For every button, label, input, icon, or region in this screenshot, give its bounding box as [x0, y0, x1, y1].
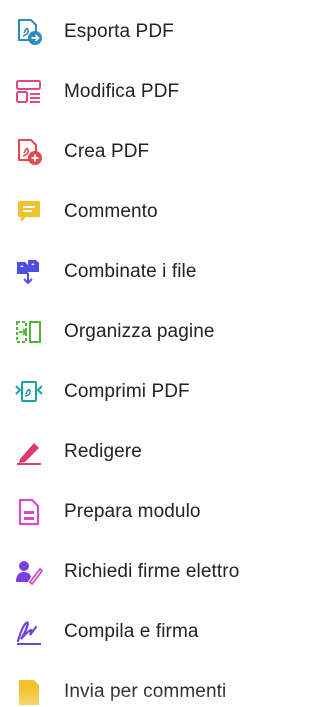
tool-label: Modifica PDF	[64, 81, 180, 102]
tool-redact[interactable]: Redigere	[0, 422, 270, 482]
tool-label: Prepara modulo	[64, 501, 201, 522]
tool-edit-pdf[interactable]: Modifica PDF	[0, 62, 270, 122]
tool-label: Combinate i file	[64, 261, 197, 282]
export-pdf-icon	[14, 17, 44, 47]
tool-fill-sign[interactable]: Compila e firma	[0, 602, 270, 662]
request-signatures-icon	[14, 557, 44, 587]
tool-label: Organizza pagine	[64, 321, 215, 342]
tools-list: Esporta PDF Modifica PDF Crea PDF Commen…	[0, 0, 270, 707]
compress-pdf-icon	[14, 377, 44, 407]
tool-label: Comprimi PDF	[64, 381, 190, 402]
send-for-comment-icon	[14, 677, 44, 707]
tool-request-signatures[interactable]: Richiedi firme elettro	[0, 542, 270, 602]
tool-label: Invia per commenti	[64, 681, 227, 702]
tool-prepare-form[interactable]: Prepara modulo	[0, 482, 270, 542]
fill-sign-icon	[14, 617, 44, 647]
tool-label: Esporta PDF	[64, 21, 174, 42]
tool-create-pdf[interactable]: Crea PDF	[0, 122, 270, 182]
edit-pdf-icon	[14, 77, 44, 107]
tool-export-pdf[interactable]: Esporta PDF	[0, 2, 270, 62]
create-pdf-icon	[14, 137, 44, 167]
tool-organize-pages[interactable]: Organizza pagine	[0, 302, 270, 362]
redact-icon	[14, 437, 44, 467]
tool-comment[interactable]: Commento	[0, 182, 270, 242]
tool-send-for-comment[interactable]: Invia per commenti	[0, 662, 270, 707]
tool-combine-files[interactable]: Combinate i file	[0, 242, 270, 302]
tool-label: Commento	[64, 201, 158, 222]
organize-pages-icon	[14, 317, 44, 347]
prepare-form-icon	[14, 497, 44, 527]
tool-label: Richiedi firme elettro	[64, 561, 240, 582]
tool-label: Crea PDF	[64, 141, 150, 162]
tool-label: Compila e firma	[64, 621, 199, 642]
tool-compress-pdf[interactable]: Comprimi PDF	[0, 362, 270, 422]
tool-label: Redigere	[64, 441, 142, 462]
combine-files-icon	[14, 257, 44, 287]
comment-icon	[14, 197, 44, 227]
